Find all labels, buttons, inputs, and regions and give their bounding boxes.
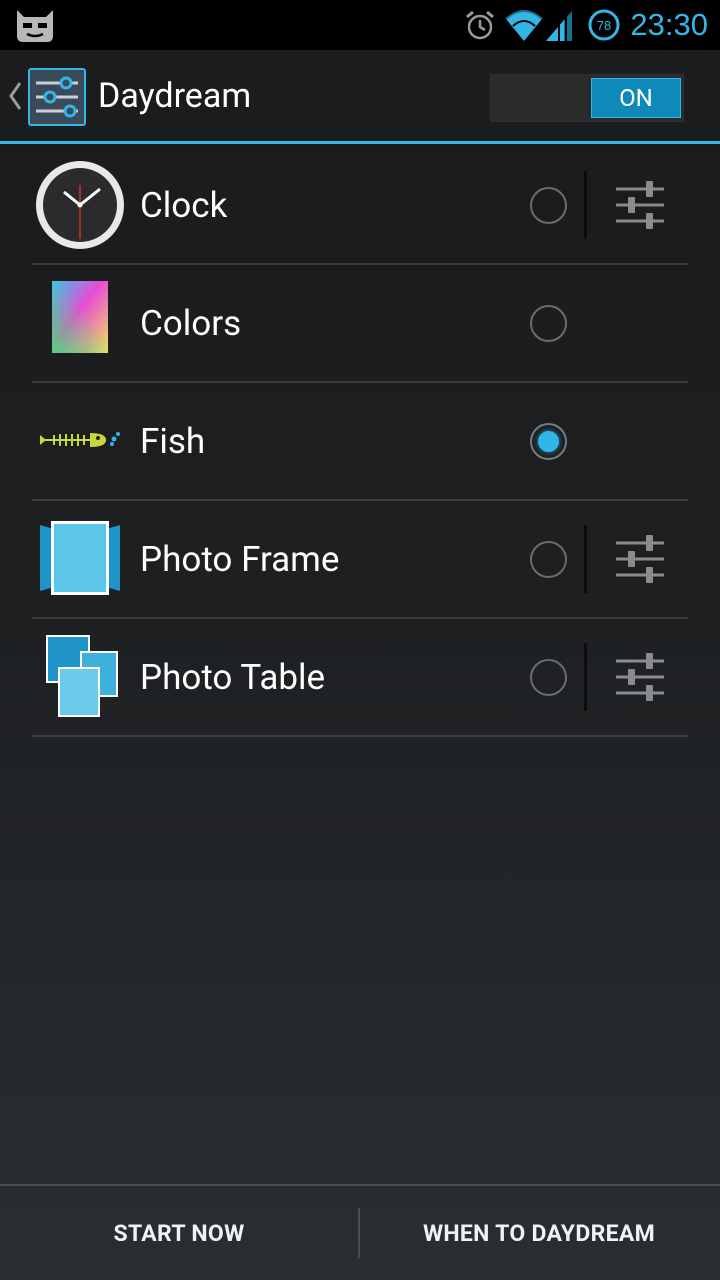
when-to-daydream-button[interactable]: WHEN TO DAYDREAM (360, 1186, 718, 1280)
list-item-label: Colors (140, 302, 242, 344)
settings-sliders-icon[interactable] (28, 68, 86, 126)
radio-button[interactable] (530, 187, 567, 224)
clock-icon (36, 161, 124, 249)
photo-frame-icon (40, 521, 120, 595)
page-title: Daydream (98, 76, 252, 116)
signal-icon (546, 11, 573, 41)
list-item-label: Photo Frame (140, 538, 340, 580)
action-bar: Daydream ON (0, 50, 720, 144)
status-clock: 23:30 (630, 7, 708, 42)
colors-icon (52, 281, 108, 353)
radio-button[interactable] (530, 305, 567, 342)
list-item-label: Photo Table (140, 656, 326, 698)
wifi-icon (505, 10, 544, 41)
toggle-on-label: ON (591, 78, 681, 118)
battery-icon: 78 (588, 9, 620, 41)
battery-level: 78 (597, 18, 611, 33)
list-item-photo-table[interactable]: Photo Table (32, 619, 688, 737)
list-item-photo-frame[interactable]: Photo Frame (32, 501, 688, 619)
photo-table-icon (46, 635, 118, 717)
vertical-divider (584, 171, 587, 239)
status-bar: 78 23:30 (0, 0, 720, 50)
radio-button-selected[interactable] (530, 423, 567, 460)
list-item-clock[interactable]: Clock (32, 147, 688, 265)
bottom-button-bar: START NOW WHEN TO DAYDREAM (0, 1184, 720, 1280)
up-navigation-icon[interactable] (6, 80, 24, 112)
list-item-fish[interactable]: Fish (32, 383, 688, 501)
vertical-divider (584, 643, 587, 711)
vertical-divider (584, 525, 587, 593)
radio-button[interactable] (530, 541, 567, 578)
radio-button[interactable] (530, 659, 567, 696)
list-item-colors[interactable]: Colors (32, 265, 688, 383)
list-item-label: Clock (140, 184, 228, 226)
settings-sliders-icon[interactable] (610, 649, 670, 705)
cyanogenmod-icon (17, 10, 53, 42)
settings-sliders-icon[interactable] (610, 531, 670, 587)
fish-icon (40, 432, 120, 447)
settings-sliders-icon[interactable] (610, 177, 670, 233)
daydream-toggle[interactable]: ON (490, 74, 684, 122)
alarm-icon (466, 10, 495, 40)
list-item-label: Fish (140, 420, 206, 462)
daydream-list: Clock Colors Fish Photo Frame Photo Tabl… (32, 147, 688, 737)
start-now-button[interactable]: START NOW (0, 1186, 358, 1280)
